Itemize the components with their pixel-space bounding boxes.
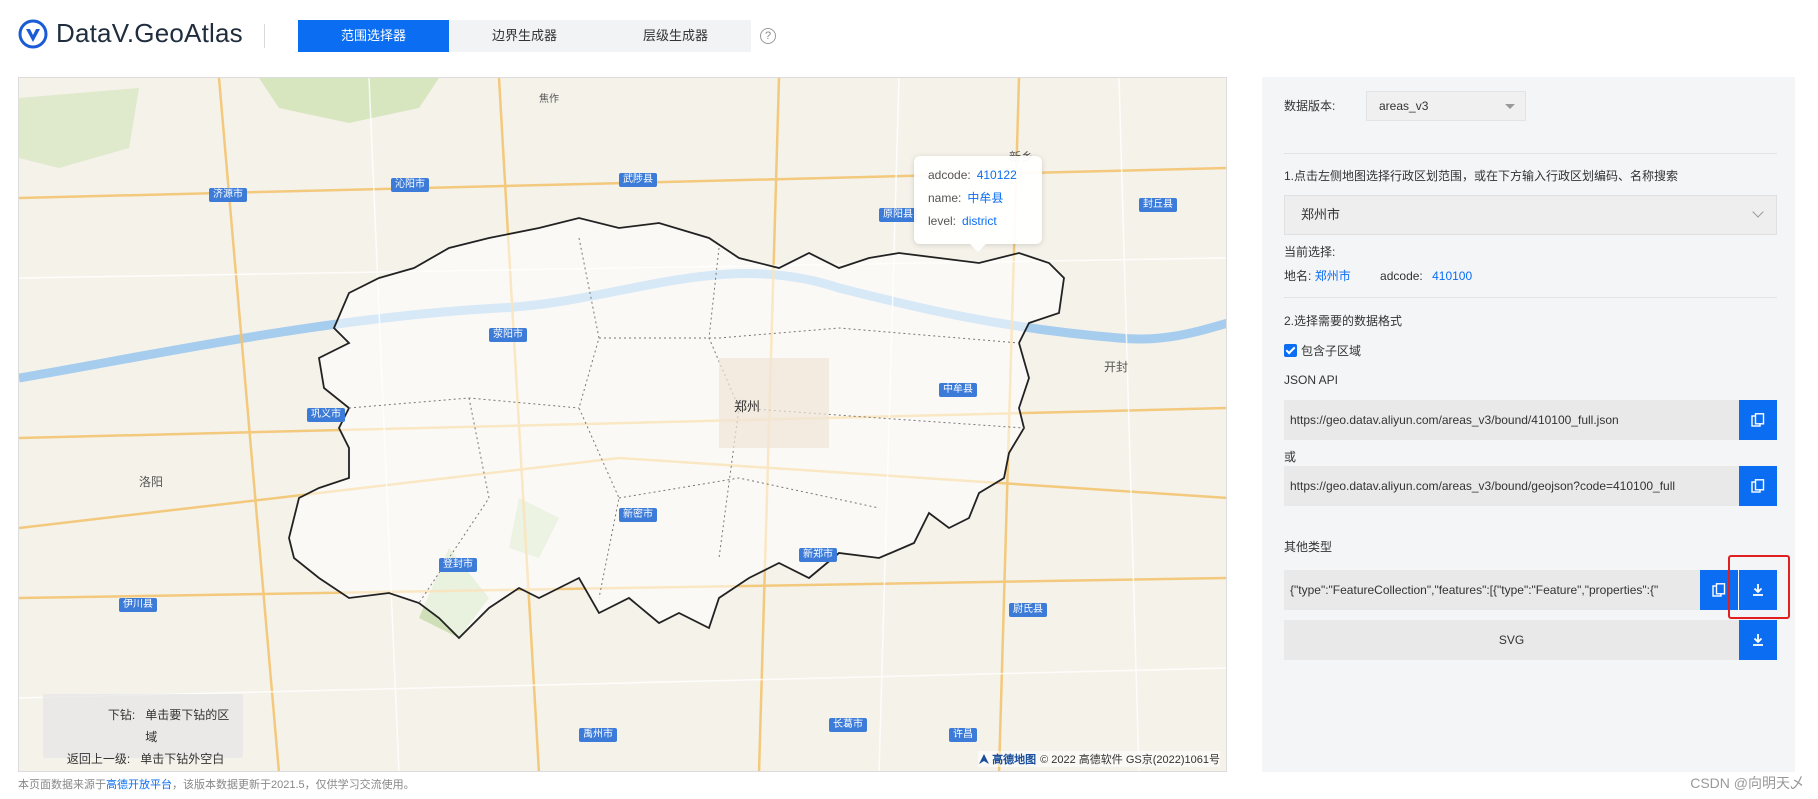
adcode-label: adcode: <box>1380 269 1423 283</box>
chevron-down-icon <box>1752 206 1764 218</box>
map-attribution: 高德地图 © 2022 高德软件 GS京(2022)1061号 <box>978 751 1220 767</box>
tooltip-adcode-value: 410122 <box>976 168 1017 182</box>
search-row: 郑州市 <box>1284 195 1777 235</box>
tab-hierarchy-generator[interactable]: 层级生成器 <box>600 20 751 52</box>
current-selection-row: 地名: 郑州市 adcode: 410100 <box>1284 267 1777 284</box>
map-city-tag: 新密市 <box>619 508 657 522</box>
amap-open-platform-link[interactable]: 高德开放平台 <box>106 779 172 791</box>
map-place-label: 洛阳 <box>139 475 164 489</box>
map-city-tag: 济源市 <box>209 188 247 202</box>
header-divider <box>264 24 265 48</box>
note-suffix: ，该版本数据更新于2021.5，仅供学习交流使用。 <box>172 779 415 791</box>
map-city-tag: 登封市 <box>439 558 477 572</box>
geojson-url-row: https://geo.datav.aliyun.com/areas_v3/bo… <box>1284 466 1777 506</box>
map-city-tag: 新郑市 <box>799 548 837 562</box>
map-city-tag: 伊川县 <box>119 598 157 612</box>
hint-drill-down-label: 下钻: <box>107 708 136 722</box>
map-city-tag: 原阳县 <box>879 208 917 222</box>
svg-format-label: SVG <box>1284 620 1739 660</box>
include-subareas-checkbox[interactable] <box>1284 344 1297 357</box>
copy-geojson-url-button[interactable] <box>1739 466 1777 506</box>
version-row: 数据版本: areas_v3 <box>1284 91 1777 121</box>
map-hint-box: 下钻: 单击要下钻的区域 返回上一级: 单击下钻外空白区域 <box>43 694 243 766</box>
question-circle-icon[interactable]: ? <box>760 28 776 44</box>
tooltip-name-value: 中牟县 <box>967 191 1004 205</box>
other-types-label: 其他类型 <box>1284 540 1333 554</box>
note-prefix: 本页面数据来源于 <box>18 779 106 791</box>
map-city-tag: 巩义市 <box>307 408 345 422</box>
step2-text: 2.选择需要的数据格式 <box>1284 314 1403 328</box>
hint-go-up-text: 单击下钻外空白区域 <box>140 752 225 766</box>
download-geojson-button[interactable] <box>1739 570 1777 610</box>
step1-text: 1.点击左侧地图选择行政区划范围，或在下方输入行政区划编码、名称搜索 <box>1284 169 1679 183</box>
tab-bar: 范围选择器 边界生成器 层级生成器 <box>298 20 751 52</box>
logo[interactable]: DataV.GeoAtlas <box>18 18 243 49</box>
tooltip-name-label: name: <box>928 191 962 205</box>
map-city-tag: 中牟县 <box>939 383 977 397</box>
app-title: DataV.GeoAtlas <box>56 18 243 48</box>
svg-row: SVG <box>1284 620 1777 660</box>
divider <box>1284 153 1777 154</box>
place-name-value: 郑州市 <box>1314 269 1351 283</box>
tab-range-selector[interactable]: 范围选择器 <box>298 20 449 52</box>
or-label: 或 <box>1284 450 1297 464</box>
region-search-select[interactable]: 郑州市 <box>1284 195 1777 235</box>
map-city-tag: 长葛市 <box>829 718 867 732</box>
copy-icon <box>1712 583 1726 597</box>
geojson-preview-field[interactable]: {"type":"FeatureCollection","features":[… <box>1284 570 1700 610</box>
version-label: 数据版本: <box>1284 99 1336 113</box>
data-source-note: 本页面数据来源于高德开放平台，该版本数据更新于2021.5，仅供学习交流使用。 <box>18 776 415 792</box>
download-icon <box>1753 584 1763 596</box>
map-city-tag: 禹州市 <box>579 728 617 742</box>
map-city-tag: 许昌 <box>949 728 977 742</box>
include-subareas-row[interactable]: 包含子区域 <box>1284 342 1777 359</box>
adcode-value: 410100 <box>1432 269 1473 283</box>
download-svg-button[interactable] <box>1739 620 1777 660</box>
map-place-label: 郑州 <box>734 399 761 414</box>
geojson-preview-row: {"type":"FeatureCollection","features":[… <box>1284 570 1777 610</box>
current-selection-label: 当前选择: <box>1284 245 1336 259</box>
caret-down-icon <box>1505 104 1515 109</box>
map-city-tag: 荥阳市 <box>489 328 527 342</box>
copy-icon <box>1751 413 1765 427</box>
hint-drill-down-text: 单击要下钻的区域 <box>145 708 230 744</box>
geojson-url-field[interactable]: https://geo.datav.aliyun.com/areas_v3/bo… <box>1284 466 1739 506</box>
tab-boundary-generator[interactable]: 边界生成器 <box>449 20 600 52</box>
amap-brand[interactable]: 高德地图 <box>992 751 1036 767</box>
map-place-label: 焦作 <box>539 94 559 105</box>
download-icon <box>1753 634 1763 646</box>
tooltip-level-label: level: <box>928 214 957 228</box>
map-city-tag: 尉氏县 <box>1009 603 1047 617</box>
json-api-row: https://geo.datav.aliyun.com/areas_v3/bo… <box>1284 400 1777 440</box>
map-view[interactable]: 焦作 济源市 沁阳市 武陟县 原阳县 新乡 封丘县 郑州 巩义市 荥阳市 中牟县… <box>18 77 1227 772</box>
datav-logo-icon <box>18 19 48 48</box>
version-select[interactable]: areas_v3 <box>1366 91 1526 121</box>
copy-geojson-button[interactable] <box>1700 570 1738 610</box>
divider <box>1284 297 1777 298</box>
json-api-label: JSON API <box>1284 373 1339 387</box>
watermark: CSDN @向明天乄 <box>1690 775 1804 791</box>
include-subareas-label: 包含子区域 <box>1301 344 1362 358</box>
map-copyright: © 2022 高德软件 GS京(2022)1061号 <box>1040 754 1220 766</box>
header: DataV.GeoAtlas 范围选择器 边界生成器 层级生成器 ? <box>0 0 1818 72</box>
tooltip-adcode-label: adcode: <box>928 168 971 182</box>
json-api-url-field[interactable]: https://geo.datav.aliyun.com/areas_v3/bo… <box>1284 400 1739 440</box>
place-name-label: 地名: <box>1284 269 1312 283</box>
copy-icon <box>1751 479 1765 493</box>
copy-json-api-button[interactable] <box>1739 400 1777 440</box>
map-city-tag: 封丘县 <box>1139 198 1177 212</box>
amap-logo-icon <box>979 754 990 764</box>
map-place-label: 开封 <box>1104 360 1129 374</box>
region-tooltip: adcode: 410122 name: 中牟县 level: district <box>914 156 1042 252</box>
right-panel: 数据版本: areas_v3 1.点击左侧地图选择行政区划范围，或在下方输入行政… <box>1262 77 1795 772</box>
map-city-tag: 沁阳市 <box>391 178 429 192</box>
version-value: areas_v3 <box>1379 99 1429 113</box>
hint-go-up-label: 返回上一级: <box>66 752 131 766</box>
tooltip-level-value: district <box>962 214 997 228</box>
region-search-value: 郑州市 <box>1301 207 1341 222</box>
map-city-tag: 武陟县 <box>619 173 657 187</box>
